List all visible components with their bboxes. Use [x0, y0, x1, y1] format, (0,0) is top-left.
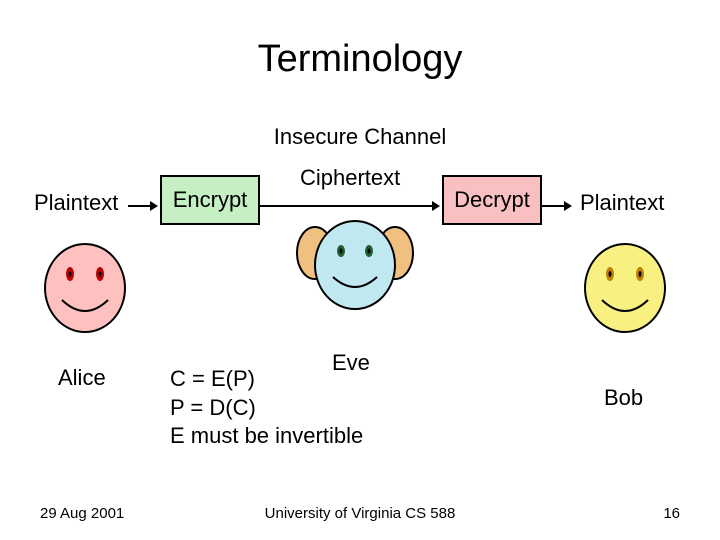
- plaintext-right-label: Plaintext: [580, 190, 664, 216]
- alice-name: Alice: [58, 365, 106, 391]
- eve-face-icon: [295, 215, 415, 315]
- arrow-plaintext-to-encrypt: [128, 200, 158, 212]
- arrow-encrypt-to-decrypt: [260, 200, 440, 212]
- bob-face-icon: [580, 240, 670, 340]
- plaintext-left-label: Plaintext: [34, 190, 118, 216]
- eq-line2: P = D(C): [170, 395, 256, 420]
- decrypt-box: Decrypt: [442, 175, 542, 225]
- insecure-channel-label: Insecure Channel: [0, 124, 720, 150]
- bob-name: Bob: [604, 385, 643, 411]
- eq-line1: C = E(P): [170, 366, 255, 391]
- footer-center: University of Virginia CS 588: [0, 505, 720, 522]
- footer-page-number: 16: [663, 505, 680, 522]
- alice-face-icon: [40, 240, 130, 340]
- eq-line3: E must be invertible: [170, 423, 363, 448]
- ciphertext-label: Ciphertext: [300, 165, 400, 191]
- arrow-decrypt-to-plaintext: [542, 200, 572, 212]
- encrypt-box: Encrypt: [160, 175, 260, 225]
- slide-title: Terminology: [0, 38, 720, 81]
- equations-block: C = E(P) P = D(C) E must be invertible: [170, 365, 363, 451]
